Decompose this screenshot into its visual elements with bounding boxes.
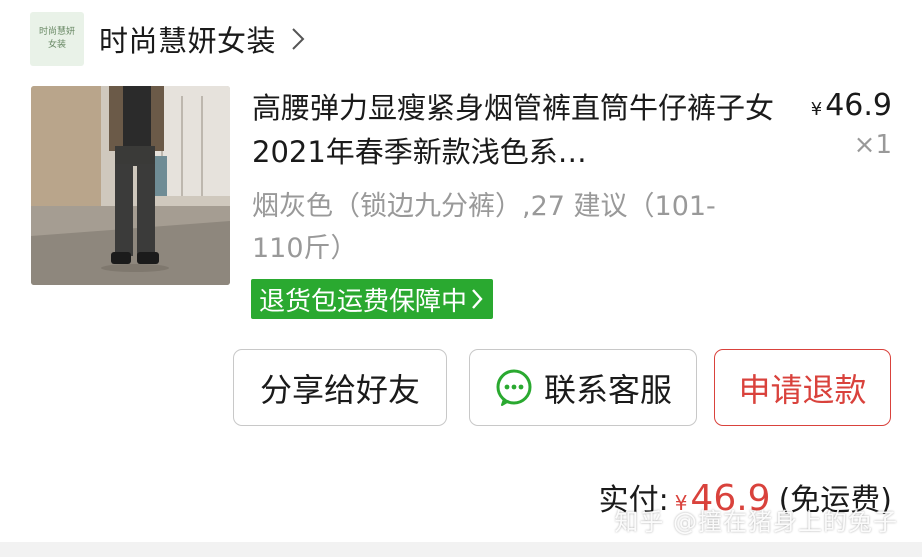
product-quantity: ×1 bbox=[853, 130, 892, 160]
wechat-chat-icon bbox=[494, 368, 534, 408]
refund-button-label: 申请退款 bbox=[738, 370, 867, 409]
contact-service-button[interactable]: 联系客服 bbox=[469, 349, 697, 426]
price-currency-symbol: ¥ bbox=[810, 99, 823, 120]
product-title[interactable]: 高腰弹力显瘦紧身烟管裤直筒牛仔裤子女2021年春季新款浅色系… bbox=[252, 86, 782, 174]
store-header[interactable]: 时尚慧妍 女装 时尚慧妍女装 bbox=[30, 12, 310, 66]
share-button-label: 分享给好友 bbox=[259, 370, 420, 409]
bottom-divider bbox=[0, 542, 922, 557]
return-shipping-badge[interactable]: 退货包运费保障中 bbox=[251, 279, 494, 319]
product-thumbnail[interactable] bbox=[31, 86, 230, 285]
refund-button[interactable]: 申请退款 bbox=[714, 349, 891, 426]
chevron-right-icon bbox=[286, 19, 310, 59]
badge-label: 退货包运费保障中 bbox=[259, 286, 468, 317]
store-logo-line1: 时尚慧妍 bbox=[38, 27, 75, 37]
product-price: ¥ 46.9 bbox=[811, 88, 892, 123]
store-name[interactable]: 时尚慧妍女装 bbox=[99, 18, 276, 60]
chevron-right-icon bbox=[471, 288, 483, 310]
price-value: 46.9 bbox=[825, 88, 892, 123]
store-logo: 时尚慧妍 女装 bbox=[30, 12, 84, 66]
share-button[interactable]: 分享给好友 bbox=[233, 349, 447, 426]
store-logo-line2: 女装 bbox=[47, 40, 66, 50]
watermark: 知乎 @撞在猪身上的兔子 bbox=[614, 508, 898, 536]
contact-service-label: 联系客服 bbox=[543, 370, 672, 409]
product-sku: 烟灰色（锁边九分裤）,27 建议（101-110斤） bbox=[252, 191, 716, 264]
